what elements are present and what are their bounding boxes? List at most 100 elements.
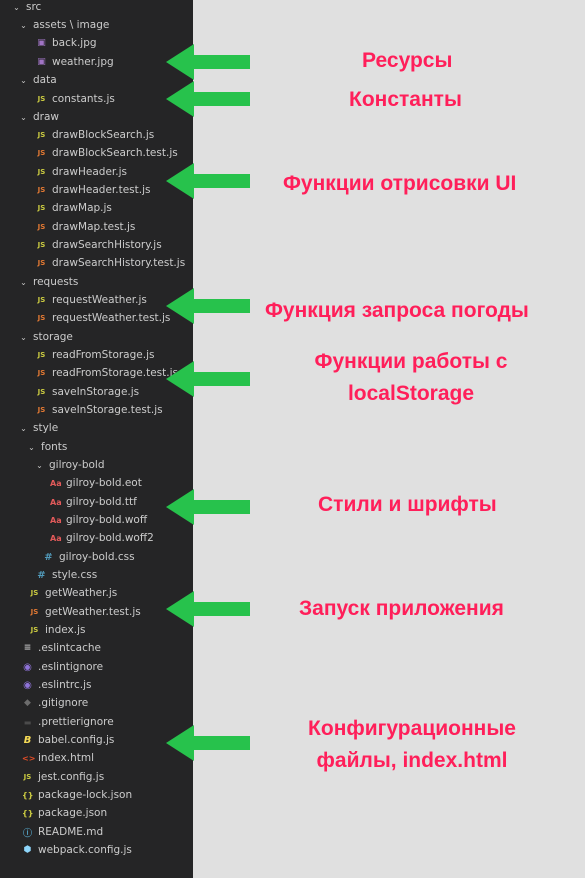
tree-item-label: storage bbox=[33, 331, 73, 343]
tree-file-drawsearchhistory-js[interactable]: JS drawSearchHistory.js bbox=[0, 236, 193, 254]
tree-item-label: requestWeather.js bbox=[52, 294, 147, 306]
js-file-icon: JS bbox=[37, 131, 46, 139]
tree-file-drawblocksearch-test-js[interactable]: JS drawBlockSearch.test.js bbox=[0, 144, 193, 162]
tree-item-label: constants.js bbox=[52, 93, 115, 105]
tree-file-gilroy-bold-css[interactable]: # gilroy-bold.css bbox=[0, 548, 193, 566]
tree-item-label: drawHeader.test.js bbox=[52, 184, 151, 196]
tree-item-label: drawBlockSearch.test.js bbox=[52, 147, 178, 159]
tree-folder-assets-image[interactable]: ⌄ assets \ image bbox=[0, 16, 193, 34]
tree-file-drawmap-test-js[interactable]: JS drawMap.test.js bbox=[0, 218, 193, 236]
tree-file-readfromstorage-test-js[interactable]: JS readFromStorage.test.js bbox=[0, 364, 193, 382]
tree-item-label: gilroy-bold.ttf bbox=[66, 496, 137, 508]
tree-file-drawmap-js[interactable]: JS drawMap.js bbox=[0, 199, 193, 217]
tree-folder-style[interactable]: ⌄ style bbox=[0, 419, 193, 437]
eslint-file-icon: ◉ bbox=[23, 661, 32, 673]
tree-item-label: drawMap.js bbox=[52, 202, 112, 214]
tree-file-saveinstorage-test-js[interactable]: JS saveInStorage.test.js bbox=[0, 401, 193, 419]
tree-file-webpack-config-js[interactable]: ⬢ webpack.config.js bbox=[0, 841, 193, 859]
tree-file-eslintignore[interactable]: ◉ .eslintignore bbox=[0, 658, 193, 676]
tree-file-gilroy-bold-woff[interactable]: Aa gilroy-bold.woff bbox=[0, 511, 193, 529]
js-file-icon: JS bbox=[30, 626, 39, 634]
git-file-icon: ◆ bbox=[24, 698, 31, 708]
tree-file-drawblocksearch-js[interactable]: JS drawBlockSearch.js bbox=[0, 126, 193, 144]
tree-file-constants-js[interactable]: JS constants.js bbox=[0, 90, 193, 108]
tree-item-label: index.js bbox=[45, 624, 86, 636]
css-file-icon: # bbox=[44, 551, 53, 563]
tree-file-eslintcache[interactable]: ≡ .eslintcache bbox=[0, 639, 193, 657]
js-file-icon: JS bbox=[37, 296, 46, 304]
tree-file-jest-config-js[interactable]: JS jest.config.js bbox=[0, 768, 193, 786]
annotation-resources: Ресурсы bbox=[362, 49, 453, 72]
annotation-constants: Константы bbox=[349, 88, 462, 111]
tree-file-gilroy-bold-ttf[interactable]: Aa gilroy-bold.ttf bbox=[0, 493, 193, 511]
tree-item-label: saveInStorage.js bbox=[52, 386, 140, 398]
js-file-icon: JS bbox=[37, 388, 46, 396]
tree-folder-src[interactable]: ⌄ src bbox=[0, 0, 193, 16]
text-file-icon: ≡ bbox=[23, 643, 32, 653]
tree-file-readme-md[interactable]: ⓘ README.md bbox=[0, 823, 193, 841]
tree-file-index-html[interactable]: <> index.html bbox=[0, 749, 193, 767]
tree-file-readfromstorage-js[interactable]: JS readFromStorage.js bbox=[0, 346, 193, 364]
tree-item-label: weather.jpg bbox=[52, 56, 114, 68]
json-file-icon: {} bbox=[22, 790, 34, 800]
tree-file-style-css[interactable]: # style.css bbox=[0, 566, 193, 584]
babel-file-icon: B bbox=[23, 734, 32, 746]
tree-file-getweather-js[interactable]: JS getWeather.js bbox=[0, 584, 193, 602]
tree-file-weather-jpg[interactable]: ▣ weather.jpg bbox=[0, 53, 193, 71]
tree-item-label: README.md bbox=[38, 826, 104, 838]
tree-file-gilroy-bold-woff2[interactable]: Aa gilroy-bold.woff2 bbox=[0, 529, 193, 547]
tree-item-label: .eslintcache bbox=[38, 642, 101, 654]
tree-file-saveinstorage-js[interactable]: JS saveInStorage.js bbox=[0, 383, 193, 401]
chevron-down-icon: ⌄ bbox=[20, 277, 27, 287]
tree-item-label: drawMap.test.js bbox=[52, 221, 136, 233]
annotation-weather-request: Функция запроса погоды bbox=[265, 299, 529, 322]
tree-item-label: .eslintignore bbox=[38, 661, 104, 673]
js-test-file-icon: JS bbox=[37, 259, 46, 267]
image-file-icon: ▣ bbox=[37, 38, 46, 48]
tree-folder-storage[interactable]: ⌄ storage bbox=[0, 328, 193, 346]
tree-item-label: saveInStorage.test.js bbox=[52, 404, 163, 416]
tree-item-label: requestWeather.test.js bbox=[52, 312, 171, 324]
tree-item-label: gilroy-bold.woff2 bbox=[66, 532, 154, 544]
tree-file-babel-config-js[interactable]: B babel.config.js bbox=[0, 731, 193, 749]
tree-file-gitignore[interactable]: ◆ .gitignore bbox=[0, 694, 193, 712]
tree-file-back-jpg[interactable]: ▣ back.jpg bbox=[0, 34, 193, 52]
tree-item-label: webpack.config.js bbox=[38, 844, 132, 856]
tree-file-package-json[interactable]: {} package.json bbox=[0, 804, 193, 822]
tree-file-prettierignore[interactable]: ▬ .prettierignore bbox=[0, 713, 193, 731]
image-file-icon: ▣ bbox=[37, 57, 46, 67]
tree-file-requestweather-js[interactable]: JS requestWeather.js bbox=[0, 291, 193, 309]
tree-file-drawsearchhistory-test-js[interactable]: JS drawSearchHistory.test.js bbox=[0, 254, 193, 272]
tree-item-label: package-lock.json bbox=[38, 789, 133, 801]
tree-item-label: draw bbox=[33, 111, 60, 123]
tree-item-label: style bbox=[33, 422, 59, 434]
tree-folder-requests[interactable]: ⌄ requests bbox=[0, 273, 193, 291]
tree-file-drawheader-test-js[interactable]: JS drawHeader.test.js bbox=[0, 181, 193, 199]
tree-item-label: .gitignore bbox=[38, 697, 89, 709]
tree-item-label: gilroy-bold bbox=[49, 459, 105, 471]
tree-file-requestweather-test-js[interactable]: JS requestWeather.test.js bbox=[0, 309, 193, 327]
chevron-down-icon: ⌄ bbox=[36, 460, 43, 470]
tree-item-label: gilroy-bold.eot bbox=[66, 477, 142, 489]
tree-file-index-js[interactable]: JS index.js bbox=[0, 621, 193, 639]
css-file-icon: # bbox=[37, 569, 46, 581]
tree-file-getweather-test-js[interactable]: JS getWeather.test.js bbox=[0, 603, 193, 621]
tree-item-label: back.jpg bbox=[52, 37, 97, 49]
tree-folder-gilroy-bold[interactable]: ⌄ gilroy-bold bbox=[0, 456, 193, 474]
green-arrow-icon bbox=[166, 81, 250, 117]
tree-file-drawheader-js[interactable]: JS drawHeader.js bbox=[0, 163, 193, 181]
tree-item-label: src bbox=[26, 1, 42, 13]
tree-folder-draw[interactable]: ⌄ draw bbox=[0, 108, 193, 126]
tree-file-gilroy-bold-eot[interactable]: Aa gilroy-bold.eot bbox=[0, 474, 193, 492]
tree-folder-fonts[interactable]: ⌄ fonts bbox=[0, 438, 193, 456]
annotation-app-start: Запуск приложения bbox=[299, 597, 504, 620]
tree-item-label: drawSearchHistory.js bbox=[52, 239, 162, 251]
tree-folder-data[interactable]: ⌄ data bbox=[0, 71, 193, 89]
green-arrow-icon bbox=[166, 489, 250, 525]
js-test-file-icon: JS bbox=[37, 223, 46, 231]
tree-file-eslintrc-js[interactable]: ◉ .eslintrc.js bbox=[0, 676, 193, 694]
js-file-icon: JS bbox=[37, 95, 46, 103]
tree-file-package-lock-json[interactable]: {} package-lock.json bbox=[0, 786, 193, 804]
chevron-down-icon: ⌄ bbox=[28, 442, 35, 452]
tree-item-label: drawHeader.js bbox=[52, 166, 127, 178]
